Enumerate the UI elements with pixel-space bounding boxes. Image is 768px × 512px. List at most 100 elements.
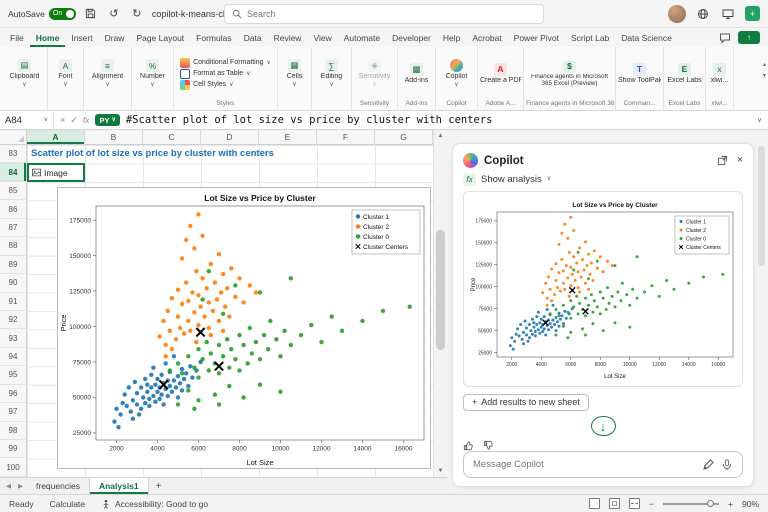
ribbon-button-create-a-pdf[interactable]: ACreate a PDF [478, 62, 523, 86]
ribbon-button-cells[interactable]: ▦Cells∨ [285, 58, 305, 89]
page-break-view-icon[interactable] [629, 498, 640, 509]
show-analysis-toggle[interactable]: fx Show analysis ∨ [463, 171, 743, 187]
autosave-control[interactable]: AutoSave On [8, 8, 76, 20]
ribbon-tab-developer[interactable]: Developer [386, 28, 437, 47]
ribbon-tab-help[interactable]: Help [437, 28, 466, 47]
ribbon-tab-formulas[interactable]: Formulas [190, 28, 237, 47]
ribbon-button-cell-styles[interactable]: Cell Styles∨ [178, 80, 235, 90]
selected-cell-a84[interactable]: Image [27, 163, 85, 182]
row-header-94[interactable]: 94 [0, 348, 27, 366]
ribbon-button-finance-agents-in-microsoft-365-excel-preview[interactable]: $Finance agents in Microsoft 365 Excel (… [524, 59, 615, 89]
zoom-out-icon[interactable]: − [649, 499, 654, 509]
ribbon-scroll-down-icon[interactable]: ▾ [763, 72, 766, 79]
zoom-slider[interactable] [663, 503, 719, 505]
ribbon-tab-acrobat[interactable]: Acrobat [466, 28, 507, 47]
ribbon-tab-review[interactable]: Review [268, 28, 308, 47]
ribbon-tab-automate[interactable]: Automate [338, 28, 386, 47]
ribbon-tab-power-pivot[interactable]: Power Pivot [508, 28, 565, 47]
row-header-95[interactable]: 95 [0, 366, 27, 384]
column-header-c[interactable]: C [143, 130, 201, 145]
ribbon-tab-home[interactable]: Home [30, 28, 66, 47]
message-input[interactable] [473, 459, 695, 470]
enter-icon[interactable]: ✓ [70, 115, 78, 126]
row-header-99[interactable]: 99 [0, 440, 27, 458]
zoom-slider-thumb[interactable] [707, 500, 714, 507]
column-header-a[interactable]: A [27, 130, 85, 145]
row-header-97[interactable]: 97 [0, 403, 27, 421]
autosave-toggle[interactable]: On [49, 8, 76, 20]
thumbs-up-icon[interactable] [463, 440, 474, 451]
python-badge[interactable]: PY ∨ [95, 114, 119, 126]
formula-bar-expand-icon[interactable]: ∨ [751, 116, 768, 124]
status-accessibility[interactable]: Accessibility: Good to go [101, 499, 208, 509]
ribbon-button-editing[interactable]: ∑Editing∨ [319, 58, 344, 89]
search-input[interactable] [247, 9, 536, 19]
insert-chart-button[interactable]: ↓ [591, 416, 616, 437]
ribbon-scroll-up-icon[interactable]: ▴ [763, 61, 766, 68]
ribbon-tab-page-layout[interactable]: Page Layout [130, 28, 190, 47]
ribbon-button-format-as-table[interactable]: Format as Table∨ [178, 69, 252, 79]
scroll-up-icon[interactable]: ▲ [434, 130, 447, 142]
mic-icon[interactable] [721, 459, 733, 471]
ribbon-tab-data[interactable]: Data [238, 28, 268, 47]
scrollbar-thumb[interactable] [436, 230, 445, 350]
column-header-f[interactable]: F [317, 130, 375, 145]
ribbon-tab-draw[interactable]: Draw [99, 28, 131, 47]
sheet-tab-frequencies[interactable]: frequencies [27, 478, 89, 494]
row-header-90[interactable]: 90 [0, 274, 27, 292]
undo-icon[interactable]: ↺ [106, 6, 122, 22]
normal-view-icon[interactable] [589, 498, 600, 509]
row-header-88[interactable]: 88 [0, 237, 27, 255]
copilot-message-box[interactable] [463, 451, 743, 478]
formula-input[interactable]: #Scatter plot of lot size vs price by cl… [126, 114, 751, 126]
copilot-scrollbar[interactable] [758, 146, 765, 266]
row-header-98[interactable]: 98 [0, 422, 27, 440]
zoom-level[interactable]: 90% [742, 499, 759, 509]
ribbon-tab-insert[interactable]: Insert [65, 28, 98, 47]
ribbon-button-sensitivity[interactable]: ◈Sensitivity∨ [357, 58, 393, 89]
row-header-92[interactable]: 92 [0, 311, 27, 329]
ribbon-button-font[interactable]: AFont∨ [56, 58, 74, 89]
status-calculate[interactable]: Calculate [50, 499, 85, 509]
ribbon-button-add-ins[interactable]: ▩Add-ins [403, 62, 431, 86]
ribbon-button-alignment[interactable]: ≡Alignment∨ [90, 58, 125, 89]
row-header-84[interactable]: 84 [0, 163, 27, 181]
row-header-96[interactable]: 96 [0, 385, 27, 403]
redo-icon[interactable]: ↻ [129, 6, 145, 22]
embedded-chart-image[interactable]: Lot Size vs Price by Cluster200040006000… [57, 187, 431, 469]
add-results-button[interactable]: + Add results to new sheet [463, 394, 589, 411]
ribbon-button-excel-labs[interactable]: EExcel Labs [665, 62, 703, 86]
ribbon-tab-file[interactable]: File [4, 28, 30, 47]
ribbon-button-copilot[interactable]: Copilot∨ [444, 58, 470, 89]
zoom-in-icon[interactable]: + [728, 499, 733, 509]
row-header-100[interactable]: 100 [0, 458, 27, 476]
comments-icon[interactable] [719, 32, 731, 44]
sheet-nav-next-icon[interactable]: ▶ [15, 478, 26, 494]
close-icon[interactable]: × [737, 155, 743, 166]
apps-grid-icon[interactable]: + [745, 6, 760, 21]
row-header-93[interactable]: 93 [0, 329, 27, 347]
share-button[interactable]: ↑ [738, 31, 760, 44]
select-all-corner[interactable] [0, 130, 27, 145]
row-header-86[interactable]: 86 [0, 200, 27, 218]
ribbon-tab-view[interactable]: View [307, 28, 337, 47]
ribbon-button-show-toolpak[interactable]: TShow ToolPak [616, 62, 663, 86]
insert-function-icon[interactable]: fx [83, 115, 90, 125]
sheet-nav-prev-icon[interactable]: ◀ [3, 478, 14, 494]
page-layout-view-icon[interactable] [609, 498, 620, 509]
row-header-91[interactable]: 91 [0, 293, 27, 311]
cancel-icon[interactable]: × [60, 115, 65, 125]
column-header-b[interactable]: B [85, 130, 143, 145]
avatar[interactable] [668, 5, 686, 23]
thumbs-down-icon[interactable] [483, 440, 494, 451]
globe-icon[interactable] [695, 6, 711, 22]
ribbon-button-conditional-formatting[interactable]: Conditional Formatting∨ [178, 58, 273, 68]
row-header-83[interactable]: 83 [0, 145, 27, 163]
ribbon-button-clipboard[interactable]: ▤Clipboard∨ [8, 58, 42, 89]
row-header-87[interactable]: 87 [0, 219, 27, 237]
ribbon-button-number[interactable]: %Number∨ [138, 58, 167, 89]
name-box[interactable]: A84 ∨ [0, 111, 54, 129]
column-header-e[interactable]: E [259, 130, 317, 145]
ribbon-tab-data-science[interactable]: Data Science [615, 28, 678, 47]
open-window-icon[interactable] [717, 155, 728, 166]
